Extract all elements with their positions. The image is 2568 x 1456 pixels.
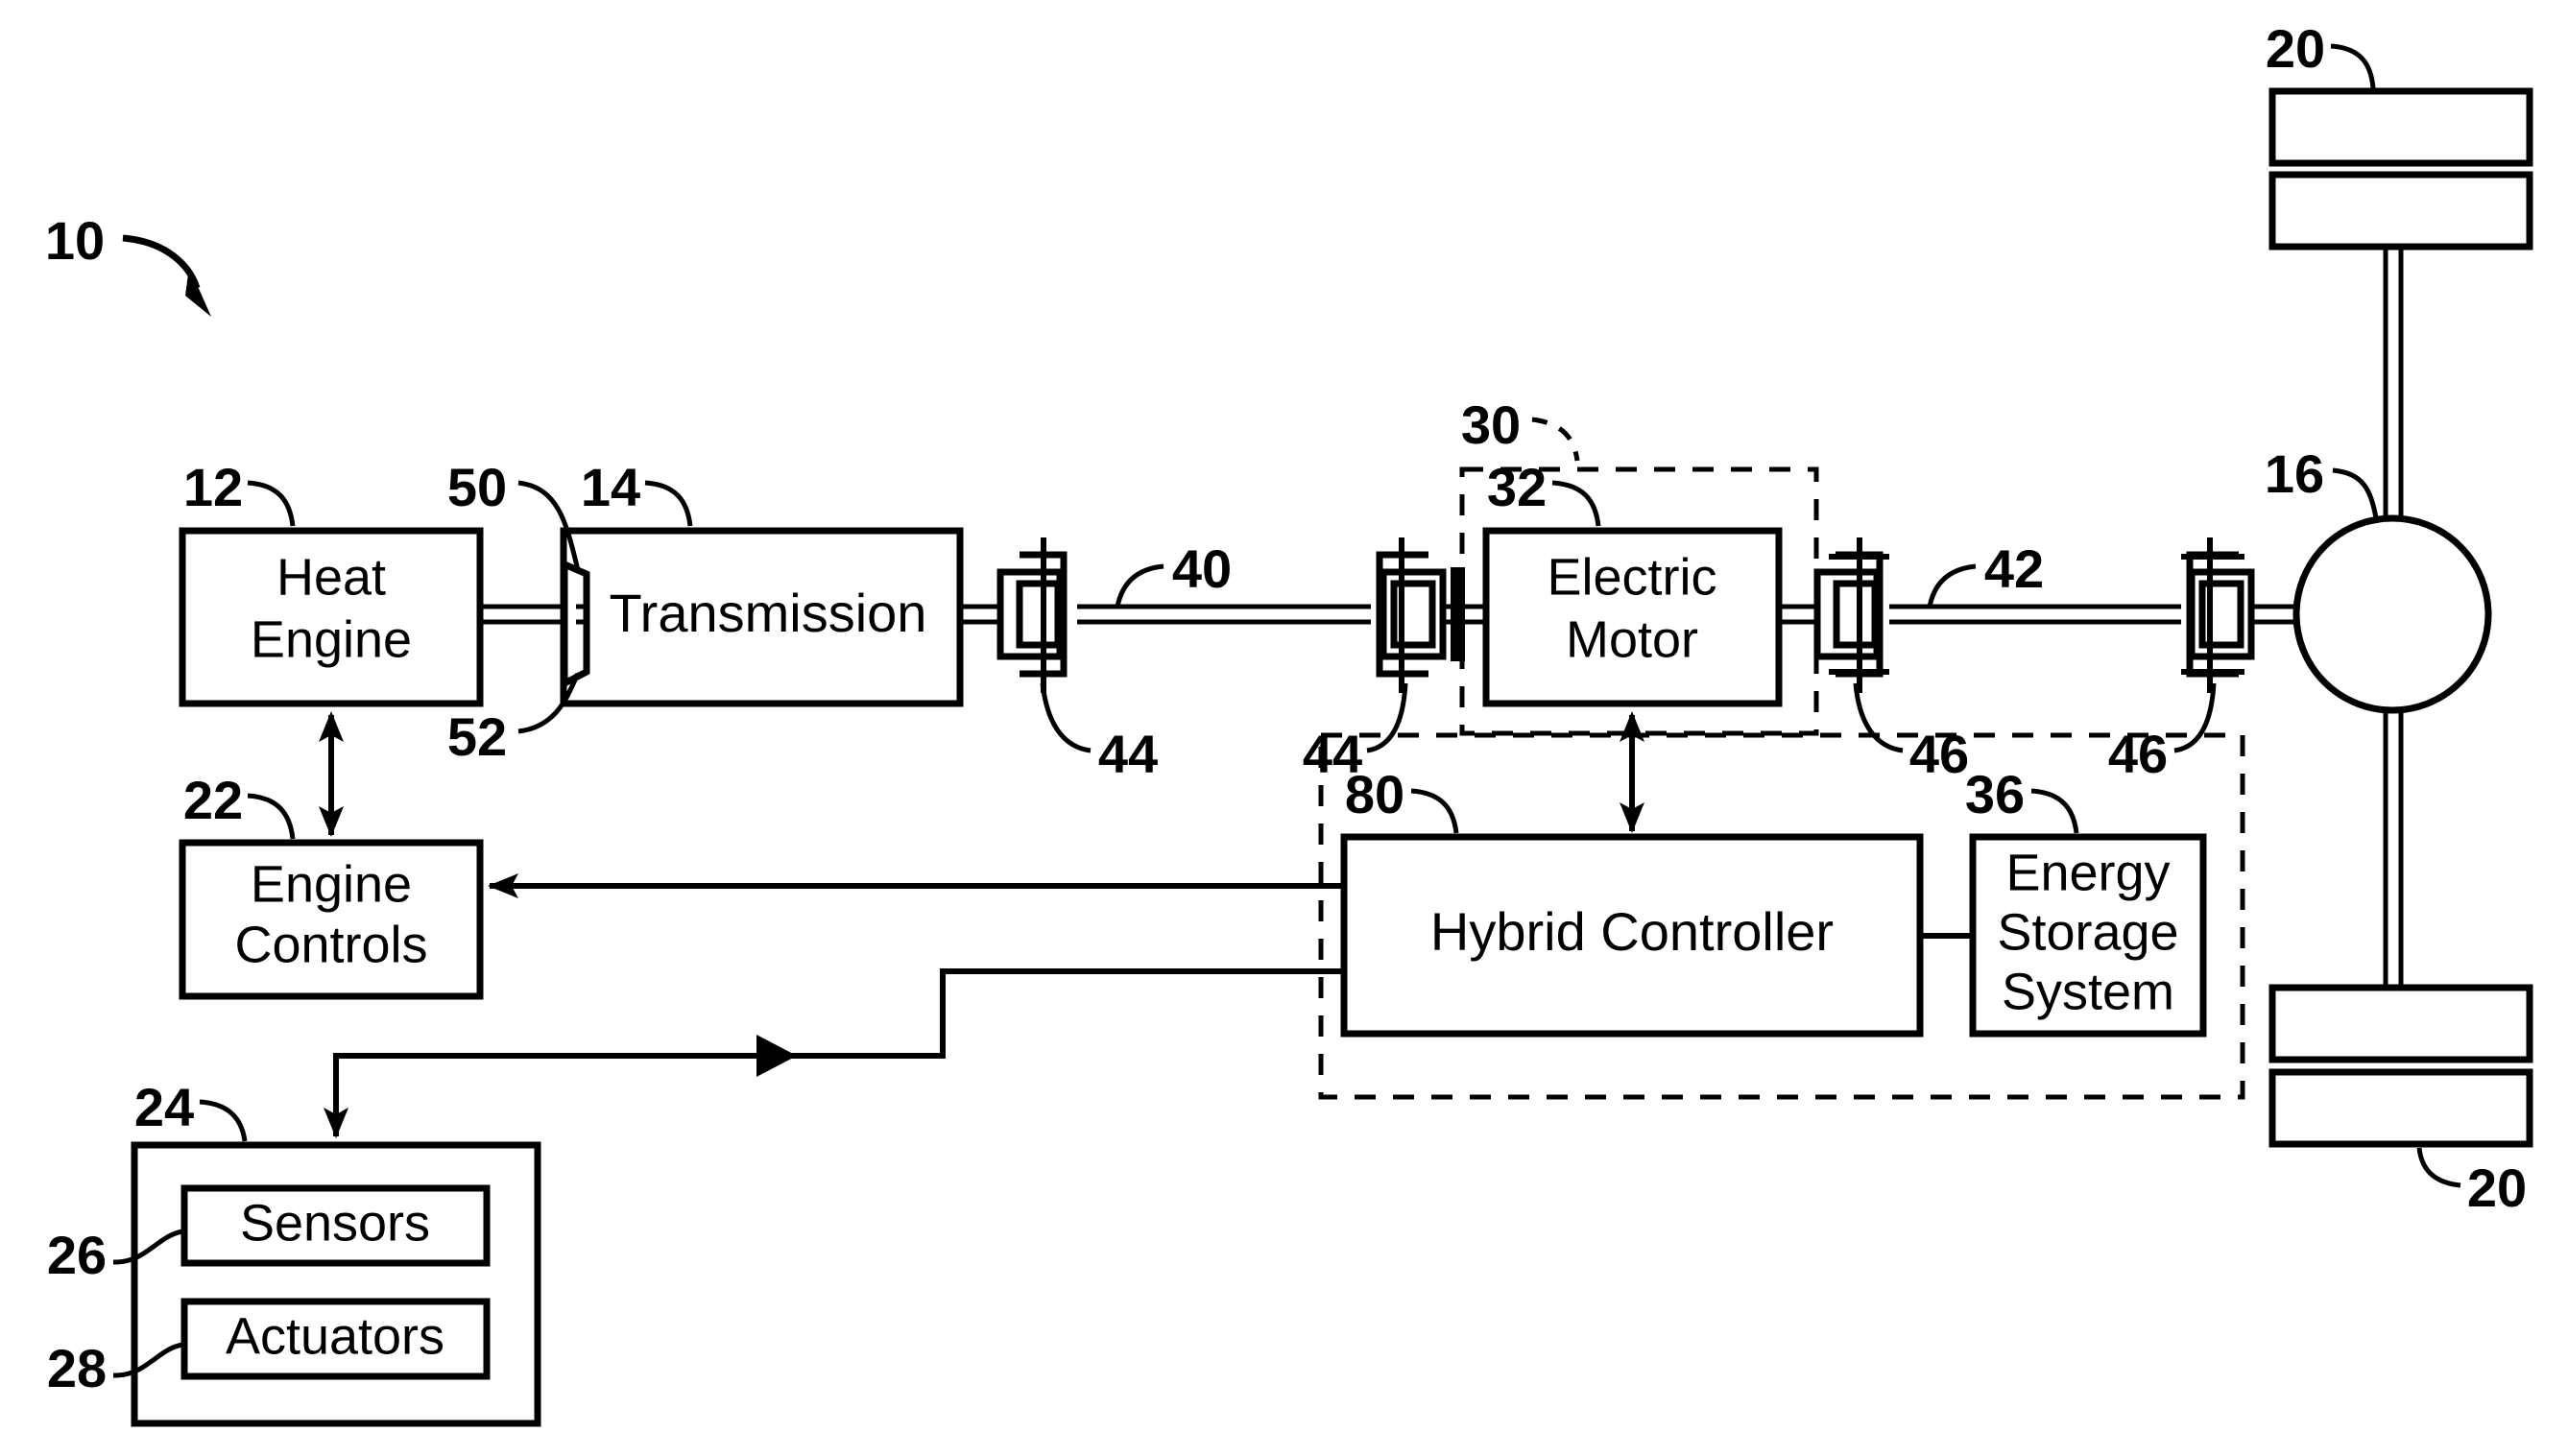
sensor-actuator-module[interactable]: Sensors Actuators	[131, 1141, 541, 1427]
ref-24-leader-line	[199, 1099, 248, 1142]
ref-12-leader: 12	[183, 457, 296, 527]
ref-46-right-leader-line	[2173, 682, 2217, 753]
ref-label-46-right: 46	[2108, 724, 2168, 784]
ref-20-bottom-leader-line	[2416, 1147, 2461, 1188]
ref-14-leader-line	[644, 480, 693, 527]
ref-44-left-leader-line	[1040, 682, 1092, 753]
ref-label-52: 52	[447, 706, 507, 767]
ref-label-24: 24	[134, 1077, 194, 1137]
ref-label-10: 10	[45, 210, 105, 271]
ref-label-30: 30	[1461, 394, 1521, 455]
ref-42-leader-line	[1927, 563, 1977, 608]
ref-46-right-leader: 46	[2108, 682, 2217, 784]
ref-22-leader-line	[247, 793, 296, 840]
hybrid-powertrain-schematic: 10 30 Heat Engine 12 Transmission 14 50 …	[45, 18, 2533, 1427]
ref-label-26: 26	[47, 1225, 107, 1285]
electric-motor-label-line2: Motor	[1566, 610, 1698, 668]
ref-40-leader: 40	[1115, 538, 1232, 608]
heat-engine-label-line2: Engine	[251, 610, 412, 668]
ujoint-44-right	[1376, 537, 1465, 693]
ref-44-left-leader: 44	[1040, 682, 1158, 784]
heat-engine-block[interactable]: Heat Engine	[179, 527, 484, 707]
wheel-top-upper-rect	[2268, 87, 2533, 167]
electric-motor-label-line1: Electric	[1547, 548, 1716, 606]
sensors-label: Sensors	[240, 1194, 430, 1252]
ref-label-44-left: 44	[1098, 724, 1158, 784]
energy-storage-label-line2: Storage	[1997, 903, 2178, 961]
ref-20-top-leader: 20	[2266, 18, 2376, 89]
ref-22-leader: 22	[183, 770, 296, 840]
ref-label-32: 32	[1487, 457, 1547, 517]
wheel-bottom	[2268, 984, 2533, 1148]
driveshaft-42	[1889, 604, 2181, 625]
ref-label-36: 36	[1965, 764, 2025, 824]
ref-24-leader: 24	[134, 1077, 248, 1142]
hybrid-controller-label: Hybrid Controller	[1430, 901, 1834, 962]
ref-label-22: 22	[183, 770, 243, 830]
actuators-label: Actuators	[226, 1307, 444, 1365]
ref-label-40: 40	[1172, 538, 1232, 599]
ref-label-16: 16	[2265, 443, 2324, 504]
ref-label-12: 12	[183, 457, 243, 517]
ref-label-80: 80	[1345, 764, 1404, 824]
engine-controls-block[interactable]: Engine Controls	[179, 839, 484, 1000]
ref-20-bottom-leader: 20	[2416, 1147, 2527, 1218]
ref-label-20-top: 20	[2266, 18, 2325, 79]
transmission-label: Transmission	[610, 583, 927, 643]
ref-16-leader-line	[2332, 467, 2380, 524]
energy-storage-label-line1: Energy	[2005, 844, 2170, 901]
sensor-wire-midline-arrowhead	[756, 1035, 797, 1077]
differential-circle	[2292, 514, 2492, 714]
ref-14-leader: 14	[581, 457, 693, 527]
ref-40-leader-line	[1115, 563, 1164, 608]
ref-label-46-left: 46	[1909, 724, 1969, 784]
ref-36-leader: 36	[1965, 764, 2079, 834]
ref-20-top-leader-line	[2330, 43, 2376, 89]
figure-10-leader-line	[122, 234, 201, 290]
ref-36-leader-line	[2030, 788, 2079, 834]
ref-label-28: 28	[47, 1338, 107, 1398]
ref-80-leader-line	[1410, 788, 1459, 834]
clutch-coupling	[561, 559, 590, 689]
ref-label-50: 50	[447, 457, 507, 517]
ref-44-right-leader-line	[1366, 682, 1408, 753]
electric-motor-block[interactable]: Electric Motor	[1482, 527, 1783, 707]
ujoint-46-left-cross	[1833, 580, 1879, 649]
ref-label-20-bottom: 20	[2467, 1158, 2527, 1218]
ref-32-leader-line	[1551, 480, 1601, 527]
controller-to-sensor-module-wire	[324, 968, 1344, 1138]
ref-16-leader: 16	[2265, 443, 2380, 524]
wheel-top-lower-rect	[2268, 171, 2533, 251]
figure-reference-10: 10	[45, 210, 211, 317]
ref-80-leader: 80	[1345, 764, 1459, 834]
transmission-block[interactable]: Transmission	[560, 527, 964, 707]
ref-42-leader: 42	[1927, 538, 2044, 608]
engine-controls-label-line1: Engine	[251, 855, 412, 913]
hybrid-controller-block[interactable]: Hybrid Controller	[1340, 833, 1924, 1038]
patent-figure: 10 30 Heat Engine 12 Transmission 14 50 …	[0, 0, 2568, 1456]
ref-46-left-leader: 46	[1853, 682, 1969, 784]
heat-engine-label-line1: Heat	[276, 548, 386, 606]
ref-label-14: 14	[581, 457, 640, 517]
ref-label-42: 42	[1984, 538, 2044, 599]
wheel-bottom-upper-rect	[2268, 984, 2533, 1063]
ref-30-leader-line	[1531, 417, 1580, 462]
ujoint-46-right	[2181, 537, 2255, 693]
ujoint-44-left-cross	[1016, 580, 1062, 649]
wheel-top	[2268, 87, 2533, 251]
ujoint-44-right-flange	[1451, 567, 1465, 661]
ujoint-44-left	[996, 537, 1068, 693]
energy-storage-label-line3: System	[2002, 963, 2174, 1020]
energy-storage-block[interactable]: Energy Storage System	[1969, 833, 2207, 1038]
engine-controls-label-line2: Controls	[234, 916, 427, 973]
ref-12-leader-line	[247, 480, 296, 527]
ref-30-leader: 30	[1461, 394, 1580, 462]
ujoint-46-left	[1813, 537, 1889, 693]
wheel-bottom-lower-rect	[2268, 1068, 2533, 1148]
ref-46-left-leader-line	[1853, 682, 1904, 753]
driveshaft-40	[1077, 604, 1371, 625]
figure-10-arrowhead	[185, 267, 211, 317]
